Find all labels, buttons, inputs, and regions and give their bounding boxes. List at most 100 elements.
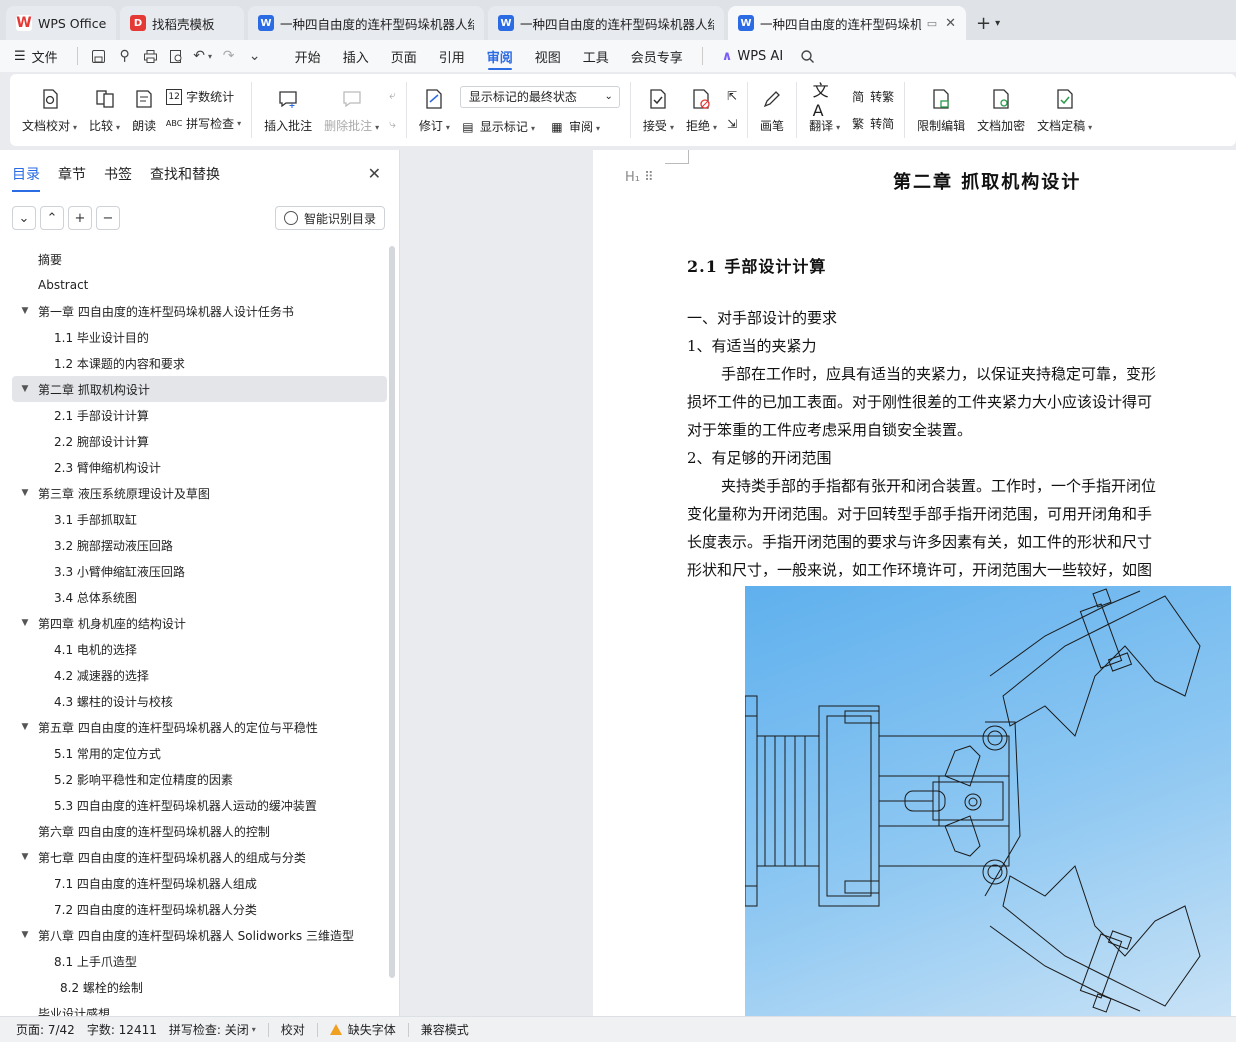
toc-item[interactable]: 2.1 手部设计计算 <box>12 402 387 428</box>
toc-item[interactable]: 3.2 腕部摆动液压回路 <box>12 532 387 558</box>
close-panel-icon[interactable]: ✕ <box>368 164 381 183</box>
page-indicator[interactable]: 页面: 7/42 <box>16 1021 75 1038</box>
tab-wps-office[interactable]: W WPS Office <box>6 6 116 40</box>
expand-arrow-icon[interactable]: ▼ <box>18 852 32 862</box>
more-chevron-icon[interactable]: ⌄ <box>242 40 268 72</box>
expand-arrow-icon[interactable]: ▼ <box>18 930 32 940</box>
reject-button[interactable]: 拒绝 ▾ <box>680 79 723 141</box>
document-area[interactable]: H₁ ⠿ 第二章 抓取机构设计 2.1 手部设计计算 一、对手部设计的要求 1、有… <box>401 150 1236 1016</box>
smart-toc-button[interactable]: 智能识别目录 <box>274 206 385 230</box>
print-preview-icon[interactable] <box>164 40 190 72</box>
toc-item[interactable]: 3.3 小臂伸缩缸液压回路 <box>12 558 387 584</box>
add-heading-icon[interactable]: + <box>68 206 92 230</box>
toc-item[interactable]: 1.2 本课题的内容和要求 <box>12 350 387 376</box>
to-traditional-button[interactable]: 简转繁 <box>850 88 894 105</box>
toc-item[interactable]: 5.3 四自由度的连杆型码垛机器人运动的缓冲装置 <box>12 792 387 818</box>
toc-item[interactable]: ▼ 第一章 四自由度的连杆型码垛机器人设计任务书 <box>12 298 387 324</box>
prev-revision-icon[interactable]: ⇱ <box>727 89 737 103</box>
heading-handle-icon[interactable]: H₁ ⠿ <box>625 170 654 185</box>
toc-scrollbar[interactable] <box>389 246 395 978</box>
expand-arrow-icon[interactable]: ▼ <box>18 722 32 732</box>
toc-item[interactable]: 8.2 螺栓的绘制 <box>12 974 387 1000</box>
toc-item[interactable]: 4.1 电机的选择 <box>12 636 387 662</box>
review-pane-button[interactable]: ▦ 审阅 ▾ <box>549 118 600 135</box>
encrypt-button[interactable]: 文档加密 <box>971 79 1031 141</box>
read-aloud-button[interactable]: 朗读 <box>126 79 162 141</box>
toc-item[interactable]: 摘要 <box>12 246 387 272</box>
delete-comment-button[interactable]: 删除批注 ▾ <box>318 79 385 141</box>
insert-comment-button[interactable]: 插入批注 <box>258 79 318 141</box>
tab-bookmarks[interactable]: 书签 <box>104 164 132 192</box>
word-count-button[interactable]: 12 字数统计 <box>166 88 241 105</box>
expand-arrow-icon[interactable]: ▼ <box>18 384 32 394</box>
toc-item[interactable]: 第六章 四自由度的连杆型码垛机器人的控制 <box>12 818 387 844</box>
expand-all-icon[interactable]: ⌄ <box>12 206 36 230</box>
menu-item-member[interactable]: 会员专享 <box>620 40 694 72</box>
tab-document-2[interactable]: W 一种四自由度的连杆型码垛机器人结构 <box>488 6 724 40</box>
pen-button[interactable]: 画笔 <box>754 79 790 141</box>
show-markup-button[interactable]: ▤ 显示标记 ▾ <box>460 118 535 135</box>
toc-item[interactable]: ▼ 第三章 液压系统原理设计及草图 <box>12 480 387 506</box>
toc-item[interactable]: ▼ 第四章 机身机座的结构设计 <box>12 610 387 636</box>
expand-arrow-icon[interactable]: ▼ <box>18 618 32 628</box>
compare-button[interactable]: 比较 ▾ <box>83 79 126 141</box>
toc-item[interactable]: 2.2 腕部设计计算 <box>12 428 387 454</box>
restrict-edit-button[interactable]: 限制编辑 <box>911 79 971 141</box>
tab-document-1[interactable]: W 一种四自由度的连杆型码垛机器人结构 <box>248 6 484 40</box>
word-count-indicator[interactable]: 字数: 12411 <box>87 1021 157 1038</box>
toc-item[interactable]: 3.4 总体系统图 <box>12 584 387 610</box>
accept-button[interactable]: 接受 ▾ <box>637 79 680 141</box>
prev-comment-icon[interactable]: ⤶ <box>389 88 396 103</box>
tab-document-3[interactable]: W 一种四自由度的连杆型码垛机器人 ▭ ✕ <box>728 6 966 40</box>
menu-item-tools[interactable]: 工具 <box>572 40 620 72</box>
save-icon[interactable] <box>86 40 112 72</box>
document-page[interactable]: H₁ ⠿ 第二章 抓取机构设计 2.1 手部设计计算 一、对手部设计的要求 1、有… <box>593 150 1236 1016</box>
markup-state-select[interactable]: 显示标记的最终状态 ⌄ <box>459 85 620 108</box>
doc-check-button[interactable]: 文档校对 ▾ <box>16 79 83 141</box>
menu-item-page[interactable]: 页面 <box>380 40 428 72</box>
next-revision-icon[interactable]: ⇲ <box>727 117 737 131</box>
expand-arrow-icon[interactable]: ▼ <box>18 488 32 498</box>
menu-item-view[interactable]: 视图 <box>524 40 572 72</box>
menu-item-insert[interactable]: 插入 <box>332 40 380 72</box>
toc-item[interactable]: 4.3 螺柱的设计与校核 <box>12 688 387 714</box>
toc-item[interactable]: 7.1 四自由度的连杆型码垛机器人组成 <box>12 870 387 896</box>
toc-item[interactable]: 8.1 上手爪造型 <box>12 948 387 974</box>
toc-item[interactable]: Abstract <box>12 272 387 298</box>
toc-item[interactable]: 7.2 四自由度的连杆型码垛机器人分类 <box>12 896 387 922</box>
missing-font-button[interactable]: 缺失字体 <box>329 1021 396 1038</box>
proof-button[interactable]: 校对 <box>281 1021 305 1038</box>
toc-item[interactable]: 2.3 臂伸缩机构设计 <box>12 454 387 480</box>
remove-heading-icon[interactable]: − <box>96 206 120 230</box>
wps-ai-button[interactable]: ∧ WPS AI <box>711 40 794 72</box>
menu-item-review[interactable]: 审阅 <box>476 40 524 72</box>
search-icon[interactable] <box>794 40 820 72</box>
toc-item[interactable]: 1.1 毕业设计目的 <box>12 324 387 350</box>
monitor-icon[interactable]: ▭ <box>927 17 937 30</box>
tab-docer[interactable]: D 找稻壳模板 <box>120 6 244 40</box>
close-tab-icon[interactable]: ✕ <box>945 16 956 31</box>
tab-find-replace[interactable]: 查找和替换 <box>150 164 220 192</box>
to-simplified-button[interactable]: 繁转简 <box>850 115 894 132</box>
finalize-button[interactable]: 文档定稿 ▾ <box>1031 79 1098 141</box>
expand-arrow-icon[interactable]: ▼ <box>18 306 32 316</box>
tab-chapters[interactable]: 章节 <box>58 164 86 192</box>
spell-check-button[interactable]: ABC 拼写检查 ▾ <box>166 115 241 132</box>
print-icon[interactable] <box>138 40 164 72</box>
toc-item[interactable]: 5.2 影响平稳性和定位精度的因素 <box>12 766 387 792</box>
toc-item[interactable]: 3.1 手部抓取缸 <box>12 506 387 532</box>
next-comment-icon[interactable]: ⤷ <box>389 117 396 132</box>
toc-item[interactable]: 4.2 减速器的选择 <box>12 662 387 688</box>
translate-button[interactable]: 文A 翻译 ▾ <box>803 79 846 141</box>
revise-button[interactable]: 修订 ▾ <box>413 79 456 141</box>
toc-item[interactable]: ▼ 第二章 抓取机构设计 <box>12 376 387 402</box>
toc-item[interactable]: ▼ 第五章 四自由度的连杆型码垛机器人的定位与平稳性 <box>12 714 387 740</box>
collapse-all-icon[interactable]: ⌃ <box>40 206 64 230</box>
share-icon[interactable]: ⚲ <box>112 40 138 72</box>
toc-item[interactable]: 5.1 常用的定位方式 <box>12 740 387 766</box>
tab-toc[interactable]: 目录 <box>12 164 40 192</box>
toc-item[interactable]: ▼ 第七章 四自由度的连杆型码垛机器人的组成与分类 <box>12 844 387 870</box>
file-menu[interactable]: ☰ 文件 <box>14 40 69 72</box>
toc-item[interactable]: ▼ 第八章 四自由度的连杆型码垛机器人 Solidworks 三维造型 <box>12 922 387 948</box>
spell-check-status[interactable]: 拼写检查: 关闭 ▾ <box>169 1021 256 1038</box>
